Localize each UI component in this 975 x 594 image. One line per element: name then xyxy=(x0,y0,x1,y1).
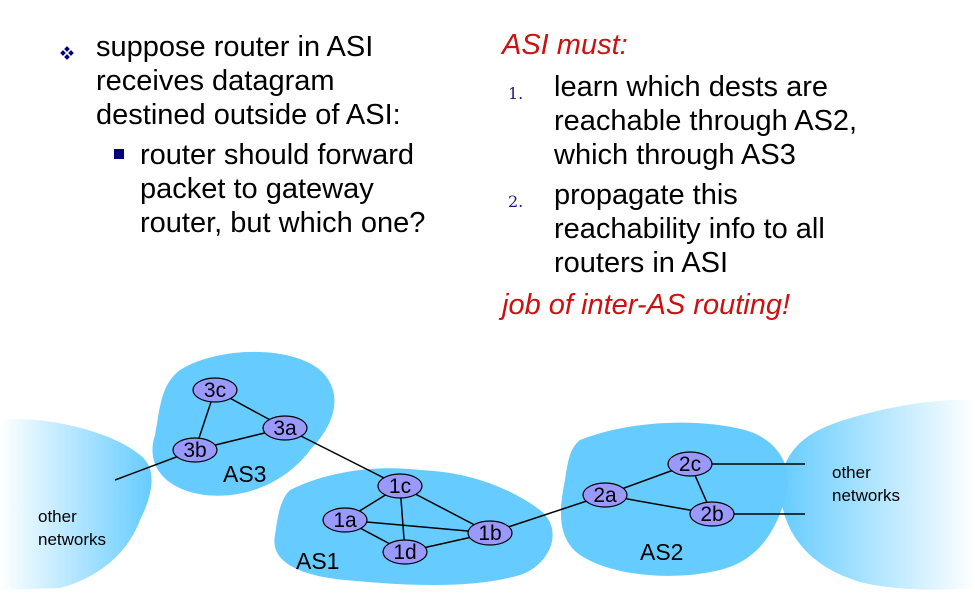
svg-text:3c: 3c xyxy=(204,379,226,402)
router-1a: 1a xyxy=(322,507,368,533)
as3-label: AS3 xyxy=(223,461,266,487)
svg-text:2b: 2b xyxy=(700,503,723,526)
other-networks-left-line-2: networks xyxy=(38,530,106,549)
svg-text:1a: 1a xyxy=(333,509,357,532)
network-diagram: 3c 3a 3b 1c 1a 1d 1b 2a 2c 2b AS3 AS1 AS… xyxy=(0,351,975,590)
router-1b: 1b xyxy=(467,520,513,546)
svg-text:2a: 2a xyxy=(593,484,617,507)
other-networks-left-line-1: other xyxy=(38,507,77,526)
as1-label: AS1 xyxy=(296,548,339,574)
router-1d: 1d xyxy=(382,539,428,565)
other-networks-left-cloud xyxy=(0,419,152,590)
as2-label: AS2 xyxy=(640,539,683,565)
router-2a: 2a xyxy=(582,482,628,508)
svg-text:3a: 3a xyxy=(273,417,297,440)
other-networks-right-line-2: networks xyxy=(832,486,900,505)
svg-text:2c: 2c xyxy=(679,453,701,476)
other-networks-right-line-1: other xyxy=(832,463,871,482)
svg-text:1c: 1c xyxy=(389,475,411,498)
svg-text:1b: 1b xyxy=(478,522,501,545)
router-2c: 2c xyxy=(667,451,713,477)
svg-text:1d: 1d xyxy=(393,541,416,564)
router-3a: 3a xyxy=(262,415,308,441)
svg-text:3b: 3b xyxy=(183,439,206,462)
router-1c: 1c xyxy=(377,473,423,499)
router-3c: 3c xyxy=(192,377,238,403)
router-2b: 2b xyxy=(689,501,735,527)
router-3b: 3b xyxy=(172,437,218,463)
